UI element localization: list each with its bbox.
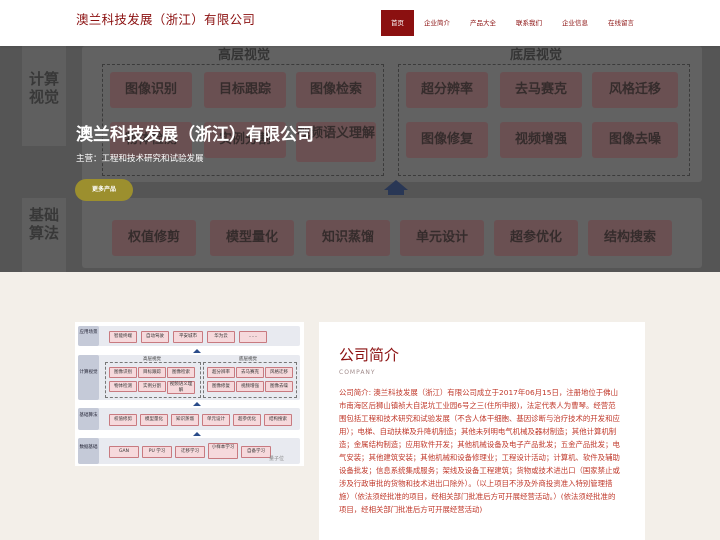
diagram-box: 去马赛克 — [236, 367, 264, 378]
nav-message[interactable]: 在线留言 — [598, 10, 644, 36]
diagram-box: 物体检测 — [109, 381, 137, 392]
diagram-side-label: 基础算法 — [78, 408, 99, 430]
hero-banner: 计算视觉 基础算法 高层视觉 底层视觉 图像识别 目标跟踪 图像检索 物体检测 … — [0, 46, 720, 272]
diagram-group-right-label: 底层视觉 — [239, 357, 257, 362]
diagram-box: 模型量化 — [140, 414, 168, 426]
intro-body-text: 公司简介: 澳兰科技发展（浙江）有限公司成立于2017年06月15日，注册地位于… — [339, 388, 620, 514]
diagram-box: 图像识别 — [109, 367, 137, 378]
diagram-side-label: 应用场景 — [78, 326, 99, 346]
diagram-box: 图像去噪 — [265, 381, 293, 392]
hero-title: 澳兰科技发展（浙江）有限公司 — [76, 125, 314, 145]
diagram-side-label: 数据基础 — [78, 438, 99, 464]
brand-logo-text[interactable]: 澳兰科技发展（浙江）有限公司 — [76, 9, 255, 28]
diagram-box: 实例分割 — [138, 381, 166, 392]
more-products-button[interactable]: 更多产品 — [75, 179, 133, 201]
intro-title: 公司简介 — [339, 346, 400, 364]
diagram-box: 知识蒸馏 — [171, 414, 199, 426]
diagram-box: 视频语义理解 — [167, 381, 195, 394]
diagram-arrow-icon — [193, 349, 201, 353]
company-diagram-image: 应用场景 智能终端 自动驾驶 平安城市 华为云 …… 计算视觉 高层视觉 底层视… — [75, 322, 304, 466]
image-watermark: 量子位 — [269, 456, 285, 462]
diagram-box: 图像检索 — [167, 367, 195, 378]
hero-subtitle: 主营：工程和技术研究和试验发展 — [76, 154, 204, 164]
diagram-box: 自动驾驶 — [141, 331, 169, 343]
diagram-box: 迁移学习 — [175, 446, 205, 458]
nav-products[interactable]: 产品大全 — [460, 10, 506, 36]
diagram-box: 平安城市 — [173, 331, 203, 343]
nav-home[interactable]: 首页 — [381, 10, 414, 36]
nav-contact[interactable]: 联系我们 — [506, 10, 552, 36]
diagram-arrow-icon — [193, 402, 201, 406]
diagram-box: 华为云 — [207, 331, 235, 343]
diagram-box: 小样本学习 — [208, 443, 238, 459]
top-navbar: 澳兰科技发展（浙江）有限公司 首页 企业简介 产品大全 联系我们 企业信息 在线… — [0, 0, 720, 46]
diagram-box: 结构搜索 — [264, 414, 292, 426]
diagram-box: 目标跟踪 — [138, 367, 166, 378]
intro-subtitle-en: COMPANY — [339, 369, 376, 376]
diagram-box: GAN — [109, 446, 139, 458]
main-nav: 首页 企业简介 产品大全 联系我们 企业信息 在线留言 — [381, 10, 644, 36]
diagram-side-label: 计算视觉 — [78, 355, 99, 400]
diagram-box: 单元设计 — [202, 414, 230, 426]
diagram-box: 智能终端 — [109, 331, 137, 343]
nav-company-info[interactable]: 企业信息 — [552, 10, 598, 36]
diagram-box: 超参优化 — [233, 414, 261, 426]
company-intro-card: 公司简介 COMPANY 公司简介: 澳兰科技发展（浙江）有限公司成立于2017… — [319, 322, 645, 540]
diagram-box: 风格迁移 — [265, 367, 293, 378]
diagram-group-left-label: 高层视觉 — [143, 357, 161, 362]
diagram-box: PU 学习 — [142, 446, 172, 458]
diagram-box: 视频增强 — [236, 381, 264, 392]
diagram-box: 权值修剪 — [109, 414, 137, 426]
diagram-arrow-icon — [193, 432, 201, 436]
nav-company-intro[interactable]: 企业简介 — [414, 10, 460, 36]
diagram-box: 自备学习 — [241, 446, 271, 458]
diagram-box: 超分辨率 — [207, 367, 235, 378]
diagram-box: …… — [239, 331, 267, 343]
diagram-box: 图像修复 — [207, 381, 235, 392]
